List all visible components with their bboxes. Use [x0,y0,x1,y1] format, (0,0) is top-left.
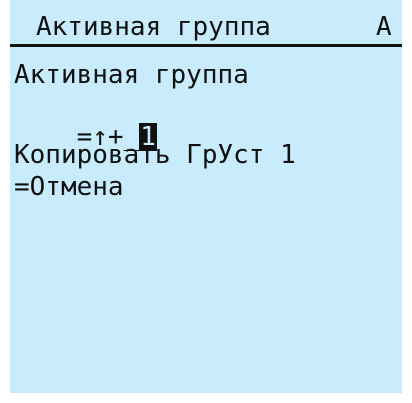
header-overflow-text: А [376,12,392,42]
header-bar: Активная группа А [10,12,402,42]
copy-group-item[interactable]: Копировать ГрУст 1 [14,140,296,170]
value-editor[interactable]: =↑+_1 [14,92,157,152]
cancel-item[interactable]: =Отмена [14,172,124,202]
header-title: Активная группа [36,12,271,42]
menu-heading: Активная группа [14,60,249,90]
header-divider [10,44,402,47]
lcd-screen: Активная группа А Активная группа =↑+_1 … [10,0,402,393]
